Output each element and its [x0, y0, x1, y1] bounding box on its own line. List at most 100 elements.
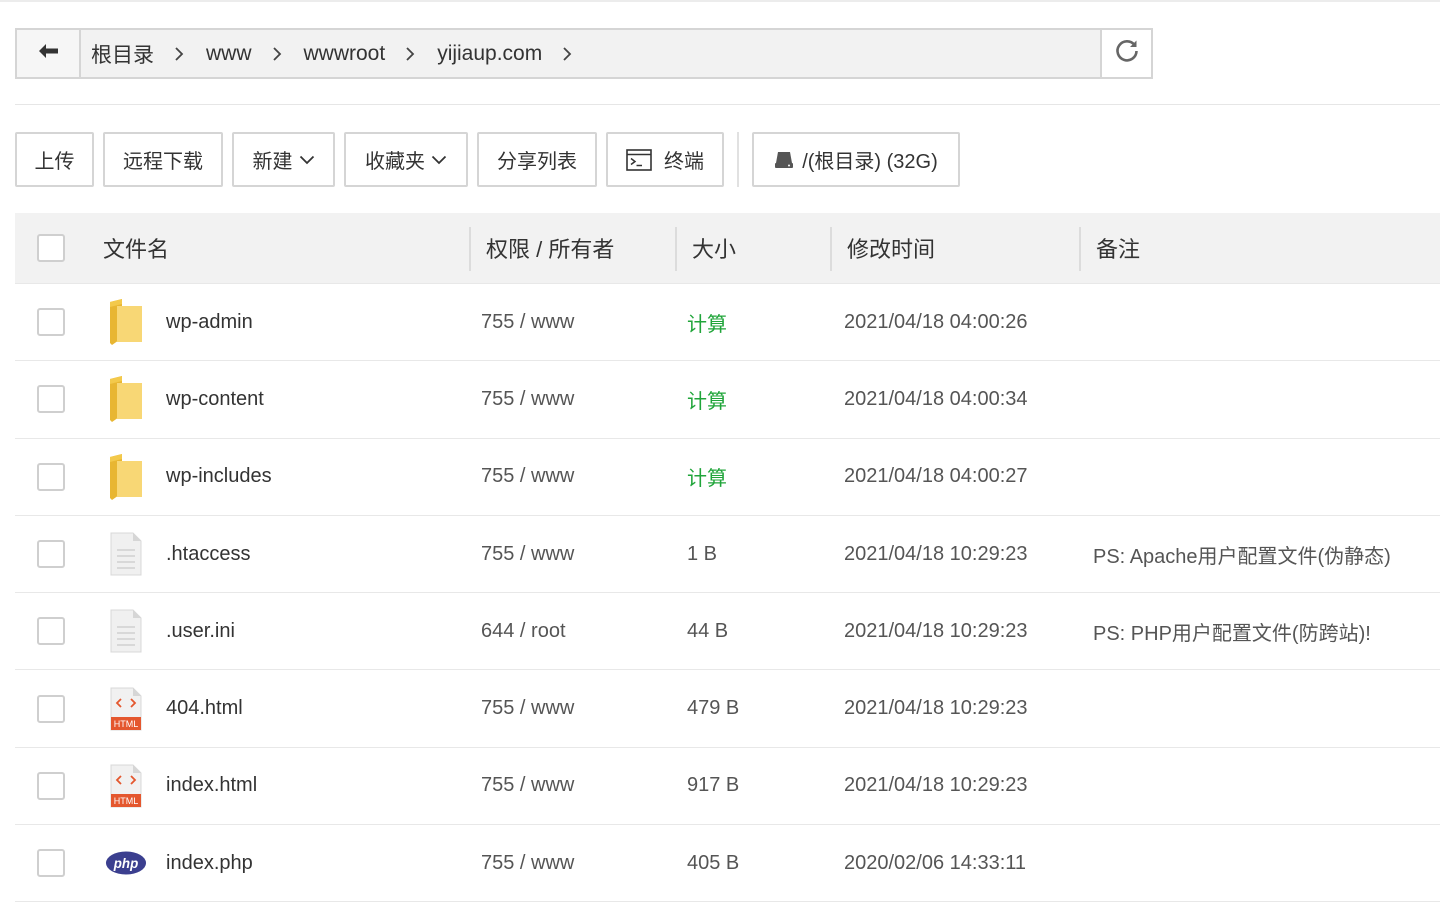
folder-icon — [105, 298, 147, 346]
file-name-cell[interactable]: wp-content — [87, 375, 469, 423]
file-name[interactable]: wp-includes — [166, 465, 272, 488]
row-select-cell — [15, 771, 87, 800]
table-row[interactable]: HTML 404.html 755 / www 479 B 2021/04/18… — [15, 670, 1440, 748]
file-name-cell[interactable]: .htaccess — [87, 530, 469, 578]
file-name[interactable]: index.html — [166, 774, 257, 797]
file-name[interactable]: .user.ini — [166, 620, 235, 643]
chevron-right-icon — [272, 46, 282, 62]
file-size: 479 B — [687, 697, 740, 720]
row-select-cell — [15, 849, 87, 878]
favorites-dropdown-button[interactable]: 收藏夹 — [344, 132, 468, 187]
file-size: 405 B — [687, 851, 740, 874]
html-file-icon: HTML — [105, 762, 147, 810]
header-permission[interactable]: 权限 / 所有者 — [469, 213, 675, 284]
row-select-cell — [15, 617, 87, 646]
file-name-cell[interactable]: HTML 404.html — [87, 685, 469, 733]
row-select-cell — [15, 385, 87, 414]
header-name[interactable]: 文件名 — [87, 213, 469, 284]
file-modified-time: 2021/04/18 10:29:23 — [844, 542, 1028, 565]
row-checkbox[interactable] — [37, 694, 65, 723]
calculate-size-link[interactable]: 计算 — [675, 308, 830, 337]
breadcrumb-label[interactable]: www — [206, 42, 252, 66]
share-list-button[interactable]: 分享列表 — [477, 132, 597, 187]
breadcrumb-label[interactable]: wwwroot — [304, 42, 386, 66]
file-note[interactable]: PS: Apache用户配置文件(伪静态) — [1079, 540, 1440, 569]
file-name-cell[interactable]: wp-admin — [87, 298, 469, 346]
file-name[interactable]: index.php — [166, 852, 253, 875]
row-checkbox[interactable] — [37, 385, 65, 414]
new-label: 新建 — [252, 151, 293, 173]
chevron-down-icon — [299, 155, 315, 165]
upload-button[interactable]: 上传 — [15, 132, 94, 187]
file-name-cell[interactable]: php index.php — [87, 839, 469, 887]
file-name[interactable]: .htaccess — [166, 543, 250, 566]
row-select-cell — [15, 308, 87, 337]
table-row[interactable]: .htaccess 755 / www 1 B 2021/04/18 10:29… — [15, 516, 1440, 594]
file-name-cell[interactable]: .user.ini — [87, 607, 469, 655]
header-modified-time[interactable]: 修改时间 — [830, 213, 1079, 284]
table-row[interactable]: wp-content 755 / www 计算 2021/04/18 04:00… — [15, 361, 1440, 439]
breadcrumb-label[interactable]: 根目录 — [91, 39, 154, 69]
file-permission[interactable]: 755 / www — [469, 465, 675, 488]
breadcrumb-label[interactable]: yijiaup.com — [437, 42, 542, 66]
file-name-cell[interactable]: wp-includes — [87, 453, 469, 501]
terminal-button[interactable]: 终端 — [606, 132, 724, 187]
file-note[interactable]: PS: PHP用户配置文件(防跨站)! — [1079, 617, 1440, 646]
top-divider — [0, 0, 1440, 2]
table-row[interactable]: wp-admin 755 / www 计算 2021/04/18 04:00:2… — [15, 284, 1440, 362]
file-name[interactable]: 404.html — [166, 697, 243, 720]
html-badge-text: HTML — [114, 796, 139, 806]
breadcrumb-item[interactable]: yijiaup.com — [437, 42, 594, 66]
file-name-cell[interactable]: HTML index.html — [87, 762, 469, 810]
calculate-size-link[interactable]: 计算 — [675, 462, 830, 491]
file-permission[interactable]: 755 / www — [469, 774, 675, 797]
section-divider — [15, 104, 1440, 105]
file-modified-time: 2021/04/18 10:29:23 — [844, 619, 1028, 642]
chevron-right-icon — [405, 46, 415, 62]
file-modified-time: 2021/04/18 10:29:23 — [844, 774, 1028, 797]
refresh-button[interactable] — [1100, 30, 1151, 77]
path-bar: 根目录 www wwwroot yijiaup.com — [15, 28, 1153, 79]
file-permission[interactable]: 755 / www — [469, 852, 675, 875]
row-checkbox[interactable] — [37, 462, 65, 491]
back-button[interactable] — [17, 30, 81, 77]
table-row[interactable]: HTML index.html 755 / www 917 B 2021/04/… — [15, 748, 1440, 826]
remote-download-button[interactable]: 远程下载 — [103, 132, 223, 187]
file-permission[interactable]: 755 / www — [469, 388, 675, 411]
row-checkbox[interactable] — [37, 771, 65, 800]
file-size: 917 B — [687, 774, 740, 797]
file-modified-time: 2021/04/18 04:00:27 — [844, 465, 1028, 488]
breadcrumb-item[interactable]: 根目录 — [91, 39, 206, 69]
remote-download-label: 远程下载 — [123, 151, 203, 173]
table-row[interactable]: php index.php 755 / www 405 B 2020/02/06… — [15, 825, 1440, 903]
file-permission[interactable]: 644 / root — [469, 620, 675, 643]
file-modified-time: 2021/04/18 04:00:26 — [844, 310, 1028, 333]
terminal-icon — [626, 148, 652, 171]
row-checkbox[interactable] — [37, 617, 65, 646]
hard-drive-icon — [774, 150, 794, 170]
row-checkbox[interactable] — [37, 308, 65, 337]
breadcrumb-item[interactable]: www — [206, 42, 304, 66]
chevron-right-icon — [174, 46, 184, 62]
breadcrumb-item[interactable]: wwwroot — [304, 42, 438, 66]
disk-button[interactable]: /(根目录) (32G) — [752, 132, 960, 187]
table-row[interactable]: wp-includes 755 / www 计算 2021/04/18 04:0… — [15, 439, 1440, 516]
file-permission[interactable]: 755 / www — [469, 543, 675, 566]
calculate-size-link[interactable]: 计算 — [675, 385, 830, 414]
row-checkbox[interactable] — [37, 849, 65, 878]
new-dropdown-button[interactable]: 新建 — [232, 132, 335, 187]
file-name[interactable]: wp-admin — [166, 311, 253, 334]
file-permission[interactable]: 755 / www — [469, 697, 675, 720]
file-toolbar: 上传 远程下载 新建 收藏夹 分享列表 终端 /(根目录) (32G) — [15, 132, 969, 187]
row-checkbox[interactable] — [37, 540, 65, 569]
select-all-checkbox[interactable] — [37, 234, 65, 262]
file-name[interactable]: wp-content — [166, 388, 264, 411]
arrow-left-icon — [37, 43, 59, 64]
table-row[interactable]: .user.ini 644 / root 44 B 2021/04/18 10:… — [15, 593, 1440, 671]
header-size[interactable]: 大小 — [675, 213, 830, 284]
html-file-icon: HTML — [105, 685, 147, 733]
file-permission[interactable]: 755 / www — [469, 311, 675, 334]
file-modified-time: 2021/04/18 04:00:34 — [844, 387, 1028, 410]
disk-label: /(根目录) (32G) — [802, 151, 938, 173]
text-file-icon — [105, 607, 147, 655]
